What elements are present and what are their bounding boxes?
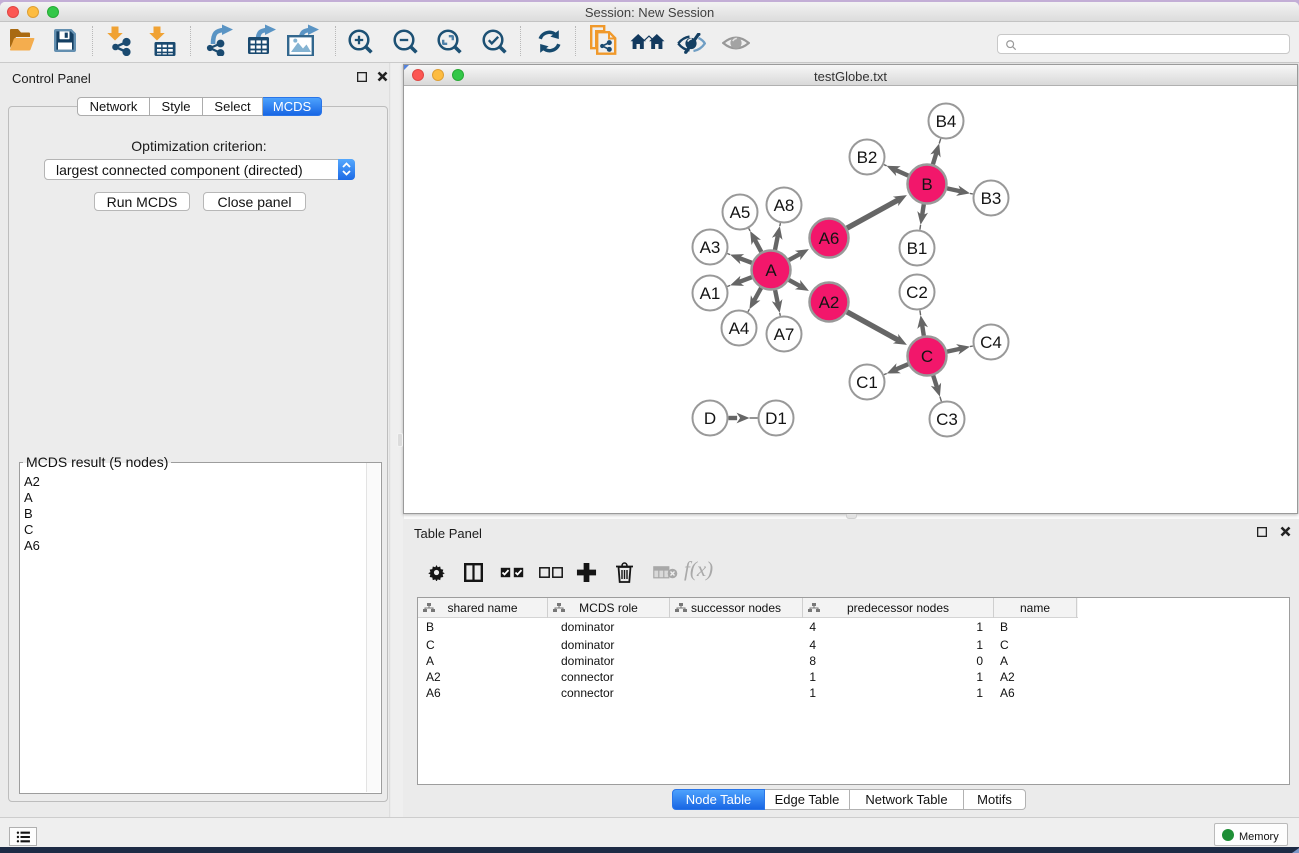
svg-text:B2: B2: [857, 148, 878, 167]
svg-text:A: A: [765, 261, 777, 280]
svg-text:B3: B3: [981, 189, 1002, 208]
svg-text:A1: A1: [700, 284, 721, 303]
svg-text:C3: C3: [936, 410, 958, 429]
svg-text:C4: C4: [980, 333, 1002, 352]
svg-text:D1: D1: [765, 409, 787, 428]
svg-text:B1: B1: [907, 239, 928, 258]
svg-text:B: B: [921, 175, 932, 194]
svg-text:C1: C1: [856, 373, 878, 392]
svg-text:A7: A7: [774, 325, 795, 344]
svg-text:A5: A5: [730, 203, 751, 222]
svg-text:D: D: [704, 409, 716, 428]
svg-text:C2: C2: [906, 283, 928, 302]
svg-text:C: C: [921, 347, 933, 366]
svg-text:A4: A4: [729, 319, 750, 338]
svg-text:A6: A6: [819, 229, 840, 248]
svg-text:B4: B4: [936, 112, 957, 131]
svg-text:A3: A3: [700, 238, 721, 257]
svg-text:A2: A2: [819, 293, 840, 312]
svg-text:A8: A8: [774, 196, 795, 215]
